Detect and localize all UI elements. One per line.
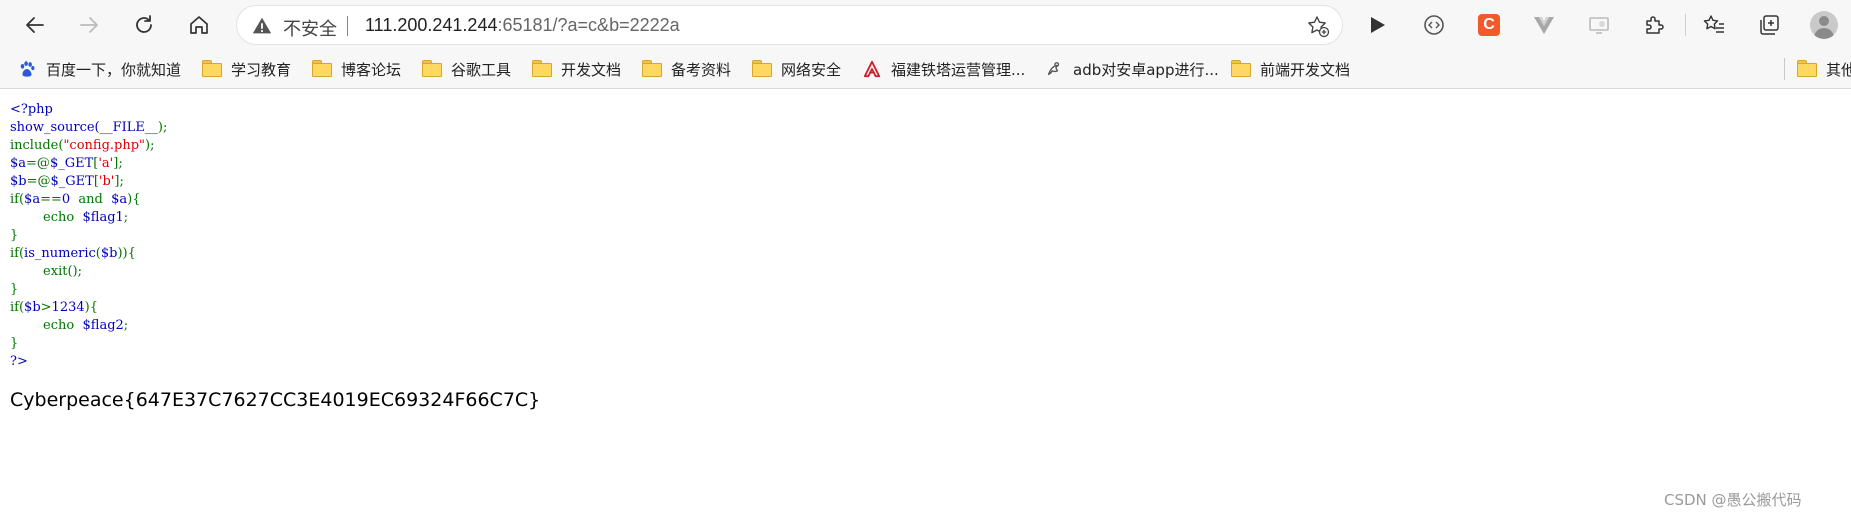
address-divider (347, 16, 348, 36)
bookmark-folder-security[interactable]: 网络安全 (752, 56, 841, 82)
extension-screen-button[interactable] (1585, 11, 1613, 39)
play-icon (1371, 17, 1385, 33)
bookmark-tower[interactable]: 福建铁塔运营管理... (862, 56, 1025, 82)
browser-toolbar: 不安全 111.200.241.244:65181/?a=c&b=2222a C (0, 0, 1851, 50)
php-source-code: <?php show_source(__FILE__); include("co… (10, 101, 167, 371)
bookmarks-divider (1784, 58, 1785, 80)
extension-badge-label: C (1483, 16, 1495, 33)
flag-output: Cyberpeace{647E37C7627CC3E4019EC69324F66… (10, 389, 541, 411)
favorites-list-icon (1703, 15, 1724, 33)
folder-icon (1231, 60, 1251, 78)
home-button[interactable] (181, 7, 217, 43)
refresh-button[interactable] (126, 7, 162, 43)
bookmark-folder-dev-docs[interactable]: 开发文档 (532, 56, 621, 82)
url-host: 111.200.241.244 (365, 15, 498, 35)
warning-triangle-icon (252, 17, 272, 34)
collections-button[interactable] (1755, 11, 1783, 39)
arrow-left-icon (26, 17, 44, 33)
baidu-paw-icon (20, 61, 35, 77)
code-line: exit(); (10, 264, 82, 279)
code-line: <?php (10, 102, 53, 117)
arrow-right-icon (80, 17, 98, 33)
code-line: } (10, 282, 19, 297)
profile-button[interactable] (1810, 11, 1838, 39)
bookmark-label: 开发文档 (561, 60, 622, 79)
extensions-button[interactable] (1640, 11, 1668, 39)
bookmark-folder-study[interactable]: 学习教育 (202, 56, 291, 82)
media-play-button[interactable] (1363, 11, 1391, 39)
code-line: show_source(__FILE__); (10, 120, 168, 135)
bookmark-label: 谷歌工具 (451, 60, 512, 79)
extension-v-button[interactable] (1530, 11, 1558, 39)
toolbar-divider (1685, 14, 1686, 36)
folder-icon (312, 60, 332, 78)
folder-icon (642, 60, 662, 78)
bookmark-label: 网络安全 (781, 60, 842, 79)
bookmark-label: 前端开发文档 (1260, 60, 1351, 79)
bookmark-folder-blog[interactable]: 博客论坛 (312, 56, 401, 82)
favorites-button[interactable] (1700, 11, 1728, 39)
code-line: echo $flag1; (10, 210, 129, 225)
bookmark-label: 福建铁塔运营管理... (891, 60, 1026, 79)
add-favorite-icon[interactable] (1306, 14, 1330, 38)
code-line: if($a==0 and $a){ (10, 192, 141, 207)
folder-icon (1797, 60, 1817, 78)
bookmark-label: 备考资料 (671, 60, 732, 79)
bookmark-folder-frontend[interactable]: 前端开发文档 (1231, 56, 1350, 82)
url-text[interactable]: 111.200.241.244:65181/?a=c&b=2222a (365, 15, 680, 36)
screen-capture-icon (1589, 17, 1609, 34)
puzzle-piece-icon (1646, 16, 1664, 34)
collections-icon (1760, 15, 1779, 35)
back-button[interactable] (17, 7, 53, 43)
avatar (1810, 11, 1838, 39)
code-line: } (10, 228, 19, 243)
bookmark-folder-other[interactable]: 其他 (1797, 56, 1851, 82)
bookmark-label: 百度一下，你就知道 (46, 60, 182, 79)
bookmark-label: 博客论坛 (341, 60, 402, 79)
vue-devtools-icon (1534, 17, 1554, 34)
refresh-icon (136, 15, 152, 33)
security-label: 不安全 (283, 19, 337, 40)
bookmark-folder-exam[interactable]: 备考资料 (642, 56, 731, 82)
bookmark-adb[interactable]: adb对安卓app进行... (1044, 56, 1219, 82)
immersive-reader-button[interactable] (1420, 11, 1448, 39)
url-path: :65181/?a=c&b=2222a (497, 15, 680, 35)
tower-logo-icon (863, 60, 881, 78)
code-line: $a=@$_GET['a']; (10, 156, 123, 171)
code-line: $b=@$_GET['b']; (10, 174, 124, 189)
folder-icon (532, 60, 552, 78)
csdn-watermark: CSDN @愚公搬代码 (1664, 491, 1802, 509)
bookmark-label: 其他 (1826, 60, 1851, 79)
code-line: include("config.php"); (10, 138, 155, 153)
bookmark-label: 学习教育 (231, 60, 292, 79)
folder-icon (422, 60, 442, 78)
bookmark-page-icon (1047, 62, 1060, 76)
home-icon (190, 16, 208, 34)
address-bar[interactable]: 不安全 111.200.241.244:65181/?a=c&b=2222a (236, 5, 1343, 45)
extension-c-button[interactable]: C (1475, 11, 1503, 39)
code-line: if($b>1234){ (10, 300, 98, 315)
bookmark-baidu[interactable]: 百度一下，你就知道 (17, 56, 181, 82)
code-line: if(is_numeric($b)){ (10, 246, 136, 261)
bookmark-label: adb对安卓app进行... (1073, 60, 1219, 79)
code-line: ?> (10, 354, 28, 369)
bookmarks-bar: 百度一下，你就知道 学习教育 博客论坛 谷歌工具 开发文档 备考资料 网络安全 … (0, 50, 1851, 89)
folder-icon (202, 60, 222, 78)
code-line: echo $flag2; (10, 318, 129, 333)
code-line: } (10, 336, 19, 351)
csdn-c-icon: C (1478, 14, 1500, 36)
forward-button[interactable] (71, 7, 107, 43)
code-circle-icon (1424, 15, 1444, 35)
folder-icon (752, 60, 772, 78)
bookmark-folder-google-tools[interactable]: 谷歌工具 (422, 56, 511, 82)
